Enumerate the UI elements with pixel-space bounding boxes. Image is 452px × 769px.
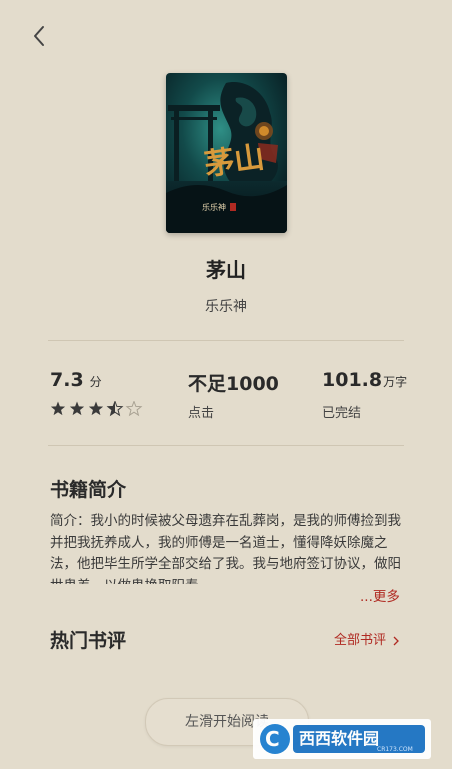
- back-button[interactable]: [26, 22, 54, 50]
- star-icon: [125, 401, 143, 417]
- watermark-logo-icon: C 西西软件园 CR173.COM: [260, 724, 425, 754]
- star-icon: [88, 401, 104, 416]
- word-count-stat: 101.8万字: [322, 369, 407, 391]
- rating-unit: 分: [89, 375, 102, 389]
- word-count-value: 101.8: [322, 369, 383, 391]
- chevron-left-icon: [34, 26, 44, 46]
- status-label: 已完结: [322, 406, 362, 421]
- star-icon: [50, 401, 66, 416]
- cover-author: 乐乐神: [202, 202, 226, 212]
- star-rating-icon: [50, 401, 143, 417]
- divider: [48, 340, 404, 341]
- rating-stat: 7.3 分: [50, 369, 102, 391]
- word-count-unit: 万字: [383, 375, 408, 389]
- watermark-url: CR173.COM: [377, 746, 413, 753]
- reviews-title: 热门书评: [50, 630, 127, 652]
- clicks-label: 点击: [188, 406, 215, 421]
- watermark-brand: 西西软件园: [299, 729, 379, 748]
- rating-stars: [50, 401, 146, 417]
- book-cover[interactable]: 茅山 乐乐神: [166, 73, 287, 233]
- book-author[interactable]: 乐乐神: [0, 296, 452, 316]
- all-reviews-link[interactable]: 全部书评: [334, 629, 400, 648]
- chevron-right-icon: [393, 636, 400, 645]
- site-watermark: C 西西软件园 CR173.COM: [253, 719, 431, 759]
- svg-text:C: C: [265, 727, 280, 751]
- more-link[interactable]: ...更多: [360, 585, 400, 605]
- intro-text: 简介：我小的时候被父母遗弃在乱葬岗，是我的师傅捡到我并把我抚养成人，我的师傅是一…: [50, 513, 401, 584]
- all-reviews-label: 全部书评: [334, 633, 387, 648]
- intro-title: 书籍简介: [50, 479, 127, 501]
- star-icon: [69, 401, 85, 416]
- rating-value: 7.3: [50, 369, 84, 391]
- clicks-value: 不足1000: [188, 373, 279, 395]
- book-title: 茅山: [206, 258, 246, 282]
- divider: [48, 445, 404, 446]
